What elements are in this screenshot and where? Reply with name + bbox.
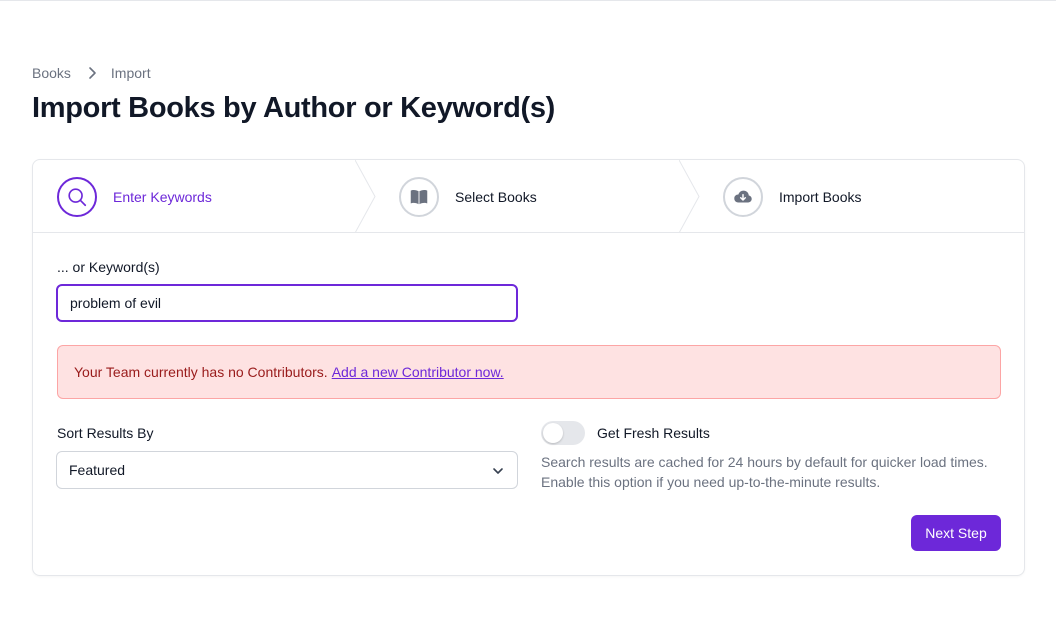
fresh-results-help: Search results are cached for 24 hours b… [541, 454, 988, 490]
breadcrumb-books-link[interactable]: Books [32, 65, 71, 81]
fresh-results-toggle[interactable] [541, 421, 585, 445]
steps-nav: Enter Keywords Select Books Import Books [33, 160, 1024, 233]
cloud-download-icon [734, 190, 752, 202]
add-contributor-link[interactable]: Add a new Contributor now. [332, 364, 504, 380]
breadcrumb: Books Import [32, 65, 151, 81]
keyword-input[interactable] [56, 284, 518, 322]
chevron-right-icon [89, 67, 96, 79]
alert-text: Your Team currently has no Contributors. [74, 364, 328, 380]
step-circle [57, 176, 97, 217]
step-label: Enter Keywords [113, 188, 212, 205]
step-circle [723, 176, 763, 217]
step-separator [679, 160, 700, 233]
search-icon [68, 187, 87, 206]
no-contributors-alert: Your Team currently has no Contributors.… [57, 345, 1001, 399]
page-title: Import Books by Author or Keyword(s) [32, 92, 556, 124]
step-separator [355, 160, 376, 233]
toggle-knob [543, 423, 563, 443]
step-circle [399, 176, 439, 217]
fresh-results-label: Get Fresh Results [597, 425, 710, 441]
step-select-books[interactable]: Select Books [399, 160, 537, 233]
import-card: Enter Keywords Select Books Import Books… [32, 159, 1025, 576]
step-label: Select Books [455, 188, 537, 205]
sort-select[interactable]: Featured [56, 451, 518, 489]
step-label: Import Books [779, 188, 862, 205]
sort-label: Sort Results By [57, 425, 154, 441]
top-divider [0, 0, 1056, 1]
step-enter-keywords[interactable]: Enter Keywords [57, 160, 212, 233]
sort-selected-value: Featured [69, 462, 126, 478]
chevron-down-icon [493, 468, 503, 474]
book-open-icon [410, 189, 428, 204]
keyword-label: ... or Keyword(s) [57, 259, 160, 275]
step-import-books[interactable]: Import Books [723, 160, 861, 233]
breadcrumb-import-link[interactable]: Import [111, 65, 151, 81]
next-step-button[interactable]: Next Step [911, 515, 1001, 551]
